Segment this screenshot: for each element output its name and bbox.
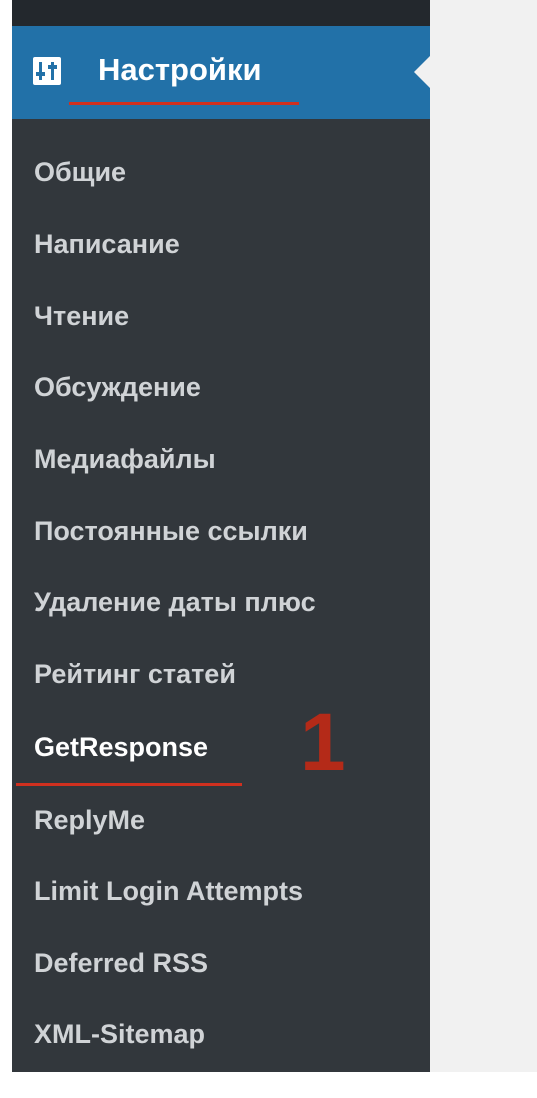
page-bottom-margin [0,1072,537,1098]
page-left-margin [0,0,12,1098]
menu-item-settings-label: Настройки [98,52,262,87]
active-menu-arrow [414,56,430,88]
submenu-item-date-removal[interactable]: Удаление даты плюс [34,582,316,622]
annotation-underline-getresponse [16,783,242,786]
submenu-item-replyme[interactable]: ReplyMe [34,800,145,840]
annotation-underline-settings [69,102,299,105]
submenu-item-limit-login-attempts[interactable]: Limit Login Attempts [34,871,303,911]
submenu-item-general[interactable]: Общие [34,152,126,192]
submenu-item-xml-sitemap[interactable]: XML-Sitemap [34,1014,205,1054]
previous-menu-item-edge [12,0,430,26]
submenu-item-getresponse[interactable]: GetResponse [34,727,208,767]
submenu-item-media[interactable]: Медиафайлы [34,439,216,479]
submenu-item-permalinks[interactable]: Постоянные ссылки [34,511,308,551]
submenu-item-writing[interactable]: Написание [34,224,180,264]
submenu-item-discussion[interactable]: Обсуждение [34,367,201,407]
settings-sliders-icon [33,57,61,85]
menu-item-settings[interactable]: Настройки [12,26,430,119]
submenu-item-deferred-rss[interactable]: Deferred RSS [34,943,208,983]
admin-sidebar-menu: Настройки Общие Написание Чтение Обсужде… [12,0,430,1072]
annotation-step-number: 1 [300,697,346,788]
submenu-item-reading[interactable]: Чтение [34,296,129,336]
submenu-item-post-ratings[interactable]: Рейтинг статей [34,654,236,694]
